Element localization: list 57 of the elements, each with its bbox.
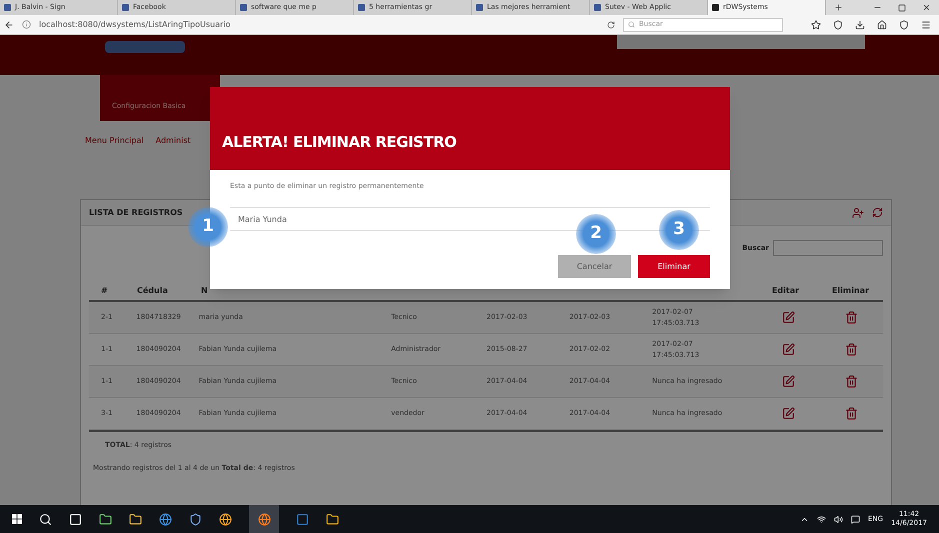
tab-favicon-icon bbox=[122, 4, 129, 11]
number-callout: 2 bbox=[576, 214, 616, 254]
reload-icon[interactable] bbox=[607, 20, 615, 28]
back-icon[interactable] bbox=[4, 20, 14, 30]
volume-icon[interactable] bbox=[834, 514, 843, 524]
info-icon bbox=[22, 20, 31, 29]
file-explorer-icon[interactable] bbox=[129, 512, 142, 526]
download-icon[interactable] bbox=[855, 20, 865, 30]
tab-favicon-icon bbox=[4, 4, 11, 11]
app-window-icon[interactable] bbox=[296, 512, 309, 526]
number-callout: 3 bbox=[659, 210, 699, 250]
url-text[interactable]: localhost:8080/dwsystems/ListAringTipoUsuario bbox=[39, 18, 599, 30]
breadcrumb-link[interactable]: Menu Principal bbox=[85, 135, 144, 147]
tab-favicon-icon bbox=[240, 4, 247, 11]
dialog-title: ALERTA! ELIMINAR REGISTRO bbox=[222, 132, 456, 152]
wifi-icon[interactable] bbox=[817, 514, 826, 524]
delete-icon[interactable] bbox=[844, 375, 858, 388]
edit-icon[interactable] bbox=[782, 407, 795, 420]
notifications-icon[interactable] bbox=[851, 514, 860, 524]
column-header: N bbox=[201, 286, 208, 295]
tab-favicon-icon bbox=[358, 4, 365, 11]
column-header: # bbox=[101, 286, 108, 295]
search-icon bbox=[628, 21, 635, 28]
globe-icon bbox=[258, 512, 270, 526]
column-header: Editar bbox=[772, 286, 800, 295]
cancel-button[interactable]: Cancelar bbox=[558, 255, 631, 278]
table-search-field[interactable] bbox=[773, 240, 883, 256]
home-icon[interactable] bbox=[877, 20, 887, 30]
card-title: LISTA DE REGISTROS bbox=[89, 206, 183, 218]
firefox-taskbar-button[interactable] bbox=[249, 505, 279, 533]
column-header: Cédula bbox=[137, 286, 168, 295]
close-icon[interactable] bbox=[922, 3, 931, 12]
edit-icon[interactable] bbox=[782, 311, 795, 324]
column-header: Eliminar bbox=[832, 286, 870, 295]
tab-favicon-icon bbox=[712, 4, 719, 11]
refresh-icon[interactable] bbox=[872, 207, 883, 218]
shield-app-icon[interactable] bbox=[189, 512, 202, 526]
edit-icon[interactable] bbox=[782, 343, 795, 356]
search-icon[interactable] bbox=[39, 512, 52, 526]
tab-favicon-icon bbox=[476, 4, 483, 11]
tab-favicon-icon bbox=[594, 4, 601, 11]
bookmark-star-icon[interactable] bbox=[811, 20, 821, 30]
menu-icon[interactable] bbox=[921, 20, 931, 30]
delete-icon[interactable] bbox=[844, 343, 858, 356]
edit-icon[interactable] bbox=[782, 375, 795, 388]
shield-icon[interactable] bbox=[833, 20, 843, 30]
number-callout: 1 bbox=[188, 207, 228, 247]
add-user-icon[interactable] bbox=[852, 206, 864, 218]
breadcrumb-link[interactable]: Administ bbox=[156, 135, 191, 147]
delete-icon[interactable] bbox=[844, 311, 858, 324]
new-tab-icon[interactable] bbox=[834, 3, 843, 12]
task-view-icon[interactable] bbox=[69, 512, 82, 526]
delete-icon[interactable] bbox=[844, 407, 858, 420]
delete-button[interactable]: Eliminar bbox=[638, 255, 710, 278]
windows-start-icon[interactable] bbox=[12, 514, 22, 524]
maximize-icon[interactable] bbox=[898, 4, 906, 12]
folder-icon[interactable] bbox=[99, 512, 112, 526]
